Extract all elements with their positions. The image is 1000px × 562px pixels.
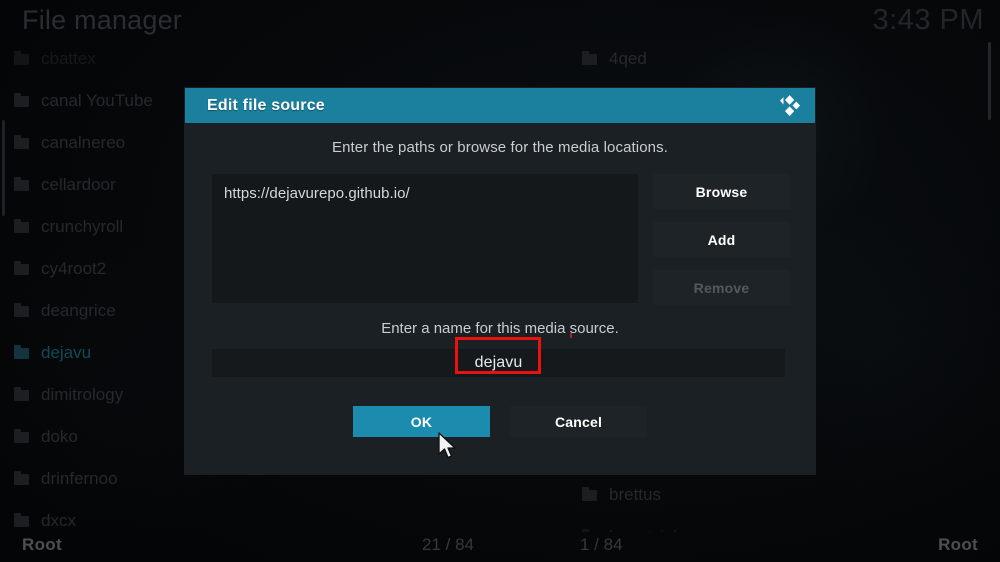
list-item[interactable]: 4qed — [500, 38, 1000, 80]
browse-button[interactable]: Browse — [653, 174, 790, 209]
folder-icon — [14, 306, 29, 317]
source-name-input[interactable]: dejavu — [212, 349, 785, 377]
left-item-count: 21 / 84 — [422, 535, 474, 555]
left-scrollbar[interactable] — [2, 120, 5, 216]
dialog-title: Edit file source — [207, 97, 325, 115]
folder-icon — [14, 54, 29, 65]
mouse-cursor — [438, 432, 460, 462]
list-item[interactable]: bugatsinho — [500, 516, 1000, 532]
list-item-label: drinfernoo — [41, 469, 118, 489]
name-hint: Enter a name for this media source. — [185, 320, 815, 337]
list-item[interactable]: cbattex — [0, 38, 500, 80]
folder-icon — [14, 138, 29, 149]
annotation-dot — [570, 333, 572, 338]
kodi-logo-icon — [778, 94, 802, 117]
folder-icon — [14, 432, 29, 443]
folder-icon — [582, 54, 597, 65]
source-name-value: dejavu — [475, 354, 523, 372]
list-item-label: cy4root2 — [41, 259, 106, 279]
list-item-label: canalnereo — [41, 133, 125, 153]
list-item-label: dxcx — [41, 511, 76, 531]
right-item-count: 1 / 84 — [580, 535, 623, 555]
clock: 3:43 PM — [873, 4, 985, 37]
list-item-label: dimitrology — [41, 385, 123, 405]
edit-file-source-dialog: Edit file source Enter the paths or brow… — [185, 88, 815, 474]
list-item-label: cellardoor — [41, 175, 116, 195]
dialog-actions: OK Cancel — [185, 406, 815, 437]
dialog-header: Edit file source — [185, 88, 815, 123]
folder-icon — [14, 180, 29, 191]
page-title: File manager — [22, 5, 182, 36]
list-item[interactable]: dxcx — [0, 500, 500, 532]
right-scrollbar[interactable] — [988, 42, 991, 120]
list-item[interactable]: brettus — [500, 474, 1000, 516]
cancel-button[interactable]: Cancel — [510, 406, 647, 437]
path-value: https://dejavurepo.github.io/ — [212, 174, 638, 202]
list-item-label: doko — [41, 427, 78, 447]
path-action-buttons: Browse Add Remove — [653, 174, 790, 318]
list-item-label: deangrice — [41, 301, 116, 321]
add-button[interactable]: Add — [653, 222, 790, 257]
list-item-label: 4qed — [609, 49, 647, 69]
right-panel-footer: 1 / 84 Root — [500, 532, 1000, 558]
right-root-label: Root — [938, 535, 978, 555]
list-item-label: dejavu — [41, 343, 91, 363]
path-input[interactable]: https://dejavurepo.github.io/ — [212, 174, 638, 303]
folder-icon — [582, 490, 597, 501]
folder-icon — [14, 516, 29, 527]
folder-icon — [14, 222, 29, 233]
paths-hint: Enter the paths or browse for the media … — [185, 139, 815, 156]
list-item-label: cbattex — [41, 49, 96, 69]
name-row: dejavu — [185, 349, 815, 377]
folder-icon — [14, 390, 29, 401]
kodi-file-manager-screen: File manager 3:43 PM cbattex canal YouTu… — [0, 0, 1000, 562]
left-panel-footer: Root 21 / 84 — [0, 532, 500, 558]
folder-icon — [14, 264, 29, 275]
path-area: https://dejavurepo.github.io/ Browse Add… — [185, 174, 815, 304]
list-item-label: brettus — [609, 485, 661, 505]
remove-button: Remove — [653, 270, 790, 305]
list-item-label: crunchyroll — [41, 217, 123, 237]
folder-icon — [14, 348, 29, 359]
ok-button[interactable]: OK — [353, 406, 490, 437]
folder-icon — [14, 96, 29, 107]
list-item-label: canal YouTube — [41, 91, 153, 111]
folder-icon — [14, 474, 29, 485]
left-root-label: Root — [22, 535, 62, 555]
